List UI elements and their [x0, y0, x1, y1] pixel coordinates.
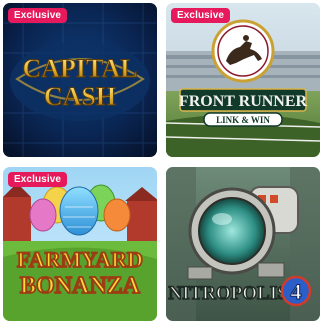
farmyard-bonanza-artwork	[3, 167, 157, 321]
capital-cash-artwork	[3, 3, 157, 157]
exclusive-badge: Exclusive	[171, 8, 231, 23]
game-tile-capital-cash[interactable]: CAPITAL CASH Exclusive	[3, 3, 157, 157]
game-grid: CAPITAL CASH Exclusive FRONT RUNNER LINK…	[0, 0, 322, 329]
game-tile-farmyard-bonanza[interactable]: FARMYARD BONANZA Exclusive	[3, 167, 157, 321]
exclusive-badge: Exclusive	[8, 8, 68, 23]
exclusive-badge: Exclusive	[8, 172, 68, 187]
front-runner-artwork	[166, 3, 320, 157]
nitropolis-4-artwork	[166, 167, 320, 321]
game-tile-front-runner[interactable]: FRONT RUNNER LINK & WIN Exclusive	[166, 3, 320, 157]
game-tile-nitropolis-4[interactable]: NITROPOLIS 4	[166, 167, 320, 321]
